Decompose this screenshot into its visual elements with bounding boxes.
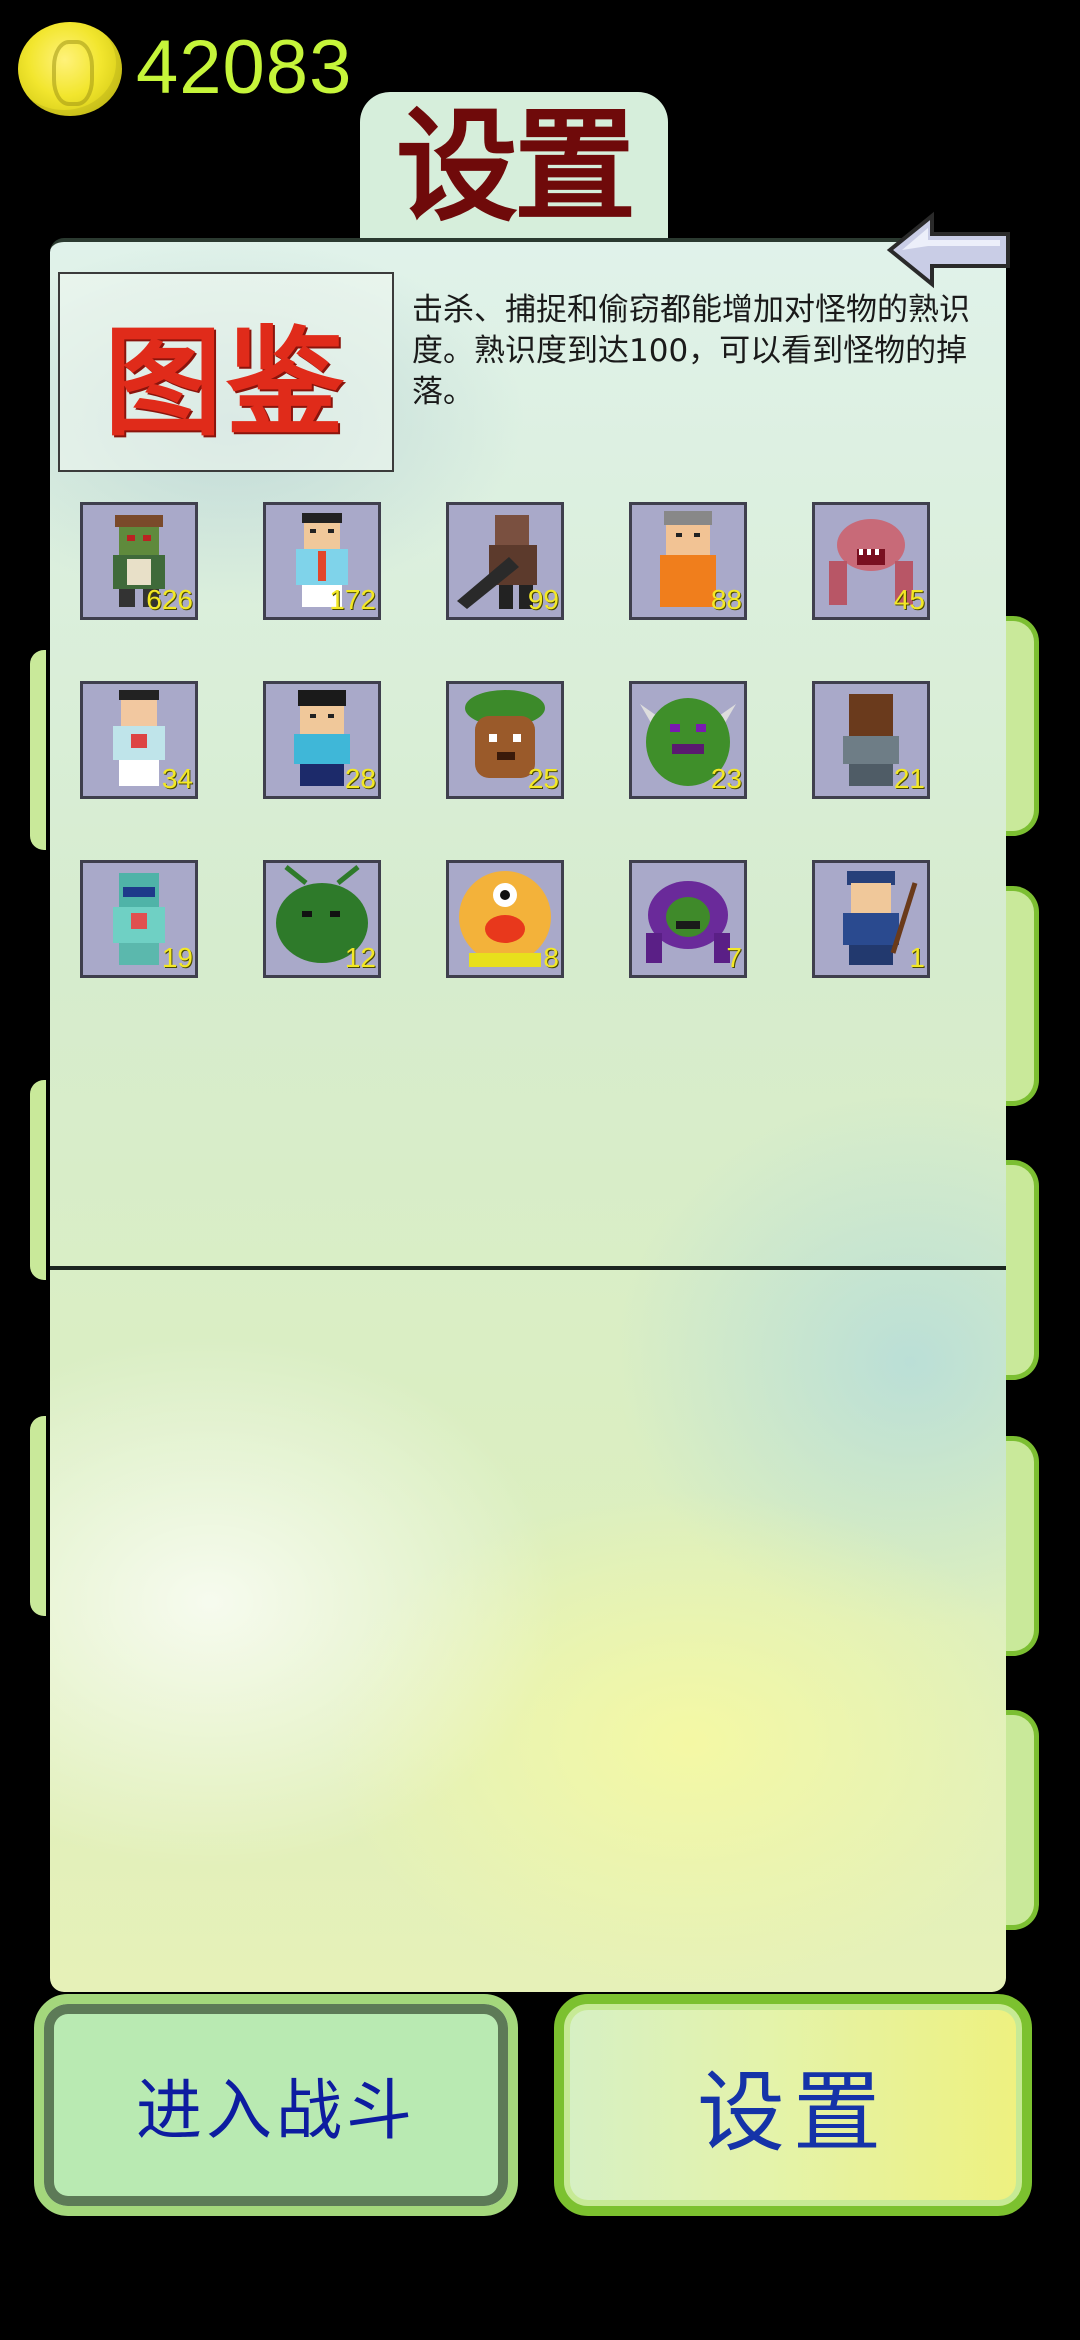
monster-count: 8: [543, 942, 559, 973]
monster-count: 12: [344, 942, 376, 973]
coin-icon: [18, 22, 122, 116]
monster-card[interactable]: 25: [446, 681, 564, 799]
back-arrow-icon[interactable]: [884, 210, 1016, 290]
monster-card[interactable]: 626: [80, 502, 198, 620]
monster-count: 23: [710, 763, 742, 794]
monster-count: 88: [710, 584, 742, 615]
monster-card[interactable]: 19: [80, 860, 198, 978]
enter-battle-button[interactable]: 进入战斗: [34, 1994, 518, 2216]
coin-amount: 42083: [136, 25, 353, 110]
monster-card[interactable]: 12: [263, 860, 381, 978]
monster-count: 45: [893, 584, 925, 615]
monster-card[interactable]: 1: [812, 860, 930, 978]
monster-grid: 626 172 99 88 45 34 28 25 23 21 19 12 8 …: [80, 502, 940, 978]
monster-card[interactable]: 21: [812, 681, 930, 799]
settings-button[interactable]: 设置: [554, 1994, 1032, 2216]
monster-card[interactable]: 88: [629, 502, 747, 620]
codex-description: 击杀、捕捉和偷窃都能增加对怪物的熟识度。熟识度到达100，可以看到怪物的掉落。: [412, 292, 970, 410]
settings-title: 设置: [396, 96, 636, 238]
monster-count: 626: [146, 584, 193, 615]
monster-count: 1: [909, 942, 925, 973]
monster-card[interactable]: 8: [446, 860, 564, 978]
monster-card[interactable]: 34: [80, 681, 198, 799]
monster-count: 21: [893, 763, 925, 794]
enter-battle-label: 进入战斗: [136, 2072, 416, 2149]
panel-divider: [50, 1266, 1006, 1270]
monster-card[interactable]: 28: [263, 681, 381, 799]
codex-heading-box: 图鉴: [58, 272, 394, 472]
monster-count: 172: [329, 584, 376, 615]
left-edge-notch: [30, 1080, 46, 1280]
settings-title-tab: 设置: [360, 92, 668, 242]
monster-count: 34: [161, 763, 193, 794]
monster-count: 19: [161, 942, 193, 973]
monster-card[interactable]: 7: [629, 860, 747, 978]
left-edge-notch: [30, 1416, 46, 1616]
codex-heading: 图鉴: [103, 313, 348, 452]
monster-card[interactable]: 172: [263, 502, 381, 620]
monster-count: 7: [726, 942, 742, 973]
monster-card[interactable]: 23: [629, 681, 747, 799]
monster-count: 99: [527, 584, 559, 615]
monster-count: 28: [344, 763, 376, 794]
left-edge-notch: [30, 650, 46, 850]
monster-card[interactable]: 45: [812, 502, 930, 620]
settings-label: 设置: [696, 2060, 889, 2164]
monster-card[interactable]: 99: [446, 502, 564, 620]
monster-count: 25: [527, 763, 559, 794]
